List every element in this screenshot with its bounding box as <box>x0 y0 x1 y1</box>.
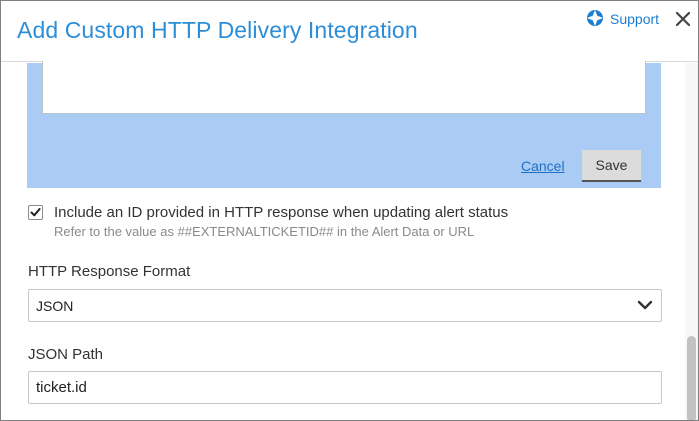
support-link[interactable]: Support <box>586 9 659 29</box>
response-format-label: HTTP Response Format <box>28 263 191 280</box>
include-id-label: Include an ID provided in HTTP response … <box>54 204 509 221</box>
response-format-select[interactable]: JSON <box>28 289 662 322</box>
cancel-link[interactable]: Cancel <box>521 158 565 174</box>
json-path-label: JSON Path <box>28 346 104 363</box>
json-path-input[interactable] <box>28 371 662 404</box>
lifebuoy-icon <box>586 9 604 30</box>
integration-dialog: Add Custom HTTP Delivery Integration Sup… <box>0 0 699 421</box>
save-button[interactable]: Save <box>582 150 641 182</box>
support-label: Support <box>610 11 660 27</box>
dialog-header: Add Custom HTTP Delivery Integration Sup… <box>1 1 698 62</box>
chevron-down-icon <box>637 300 653 310</box>
close-icon <box>676 12 690 26</box>
request-body-textarea[interactable] <box>42 61 646 114</box>
checkmark-icon <box>30 208 41 217</box>
close-button[interactable] <box>673 9 693 29</box>
dialog-title: Add Custom HTTP Delivery Integration <box>17 17 418 43</box>
dialog-body: Cancel Save Include an ID provided in HT… <box>1 61 685 420</box>
request-body-editor: Cancel Save <box>27 61 661 188</box>
response-format-value: JSON <box>36 298 74 314</box>
scrollbar-thumb[interactable] <box>687 336 696 420</box>
include-id-checkbox[interactable] <box>28 205 43 220</box>
include-id-hint: Refer to the value as ##EXTERNALTICKETID… <box>54 224 475 239</box>
